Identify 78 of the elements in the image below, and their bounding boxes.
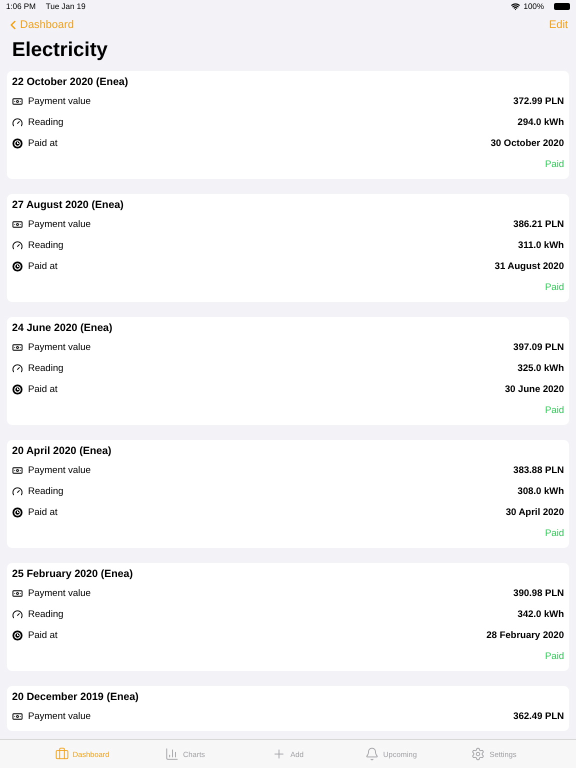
gauge-icon — [12, 609, 23, 620]
row-value: 294.0 kWh — [518, 117, 564, 128]
row-value: 30 April 2020 — [506, 507, 564, 518]
row-value: 30 June 2020 — [504, 384, 564, 395]
banknote-icon — [12, 588, 23, 599]
banknote-icon — [12, 465, 23, 476]
row-label: Reading — [28, 117, 64, 128]
card-title: 27 August 2020 (Enea) — [12, 198, 125, 212]
row-label: Payment value — [28, 588, 92, 599]
banknote-icon — [12, 219, 23, 230]
row-label: Payment value — [28, 96, 92, 107]
row-label: Paid at — [28, 138, 59, 149]
plus-icon — [272, 747, 286, 761]
row-label: Payment value — [28, 711, 92, 722]
card-title: 22 October 2020 (Enea) — [12, 75, 130, 89]
row-value: 390.98 PLN — [513, 588, 564, 599]
clock-icon — [12, 507, 23, 518]
status-time: 1:06 PM — [6, 2, 36, 10]
row-label: Reading — [28, 240, 64, 251]
battery-percent: 100% — [524, 2, 544, 10]
row-value: 372.99 PLN — [513, 96, 564, 107]
row-value: 397.09 PLN — [513, 342, 564, 353]
payment-card[interactable]: 25 February 2020 (Enea) Payment value 390.98 PLN Reading 342.0 kWh Paid at 28 February 2020 Paid — [7, 563, 569, 671]
back-button[interactable]: Dashboard — [6, 18, 74, 32]
banknote-icon — [12, 342, 23, 353]
clock-icon — [12, 261, 23, 272]
payment-card[interactable]: 22 October 2020 (Enea) Payment value 372.99 PLN Reading 294.0 kWh Paid at 30 October 2020 Paid — [7, 71, 569, 179]
row-label: Paid at — [28, 630, 59, 641]
edit-button[interactable]: Edit — [549, 19, 568, 31]
clock-icon — [12, 384, 23, 395]
row-label: Payment value — [28, 342, 92, 353]
row-value: 30 October 2020 — [490, 138, 564, 149]
bell-icon — [365, 747, 380, 761]
clock-icon — [12, 630, 23, 641]
payment-status: Paid — [544, 281, 564, 295]
row-label: Payment value — [28, 219, 92, 230]
row-value: 383.88 PLN — [513, 465, 564, 476]
card-title: 20 April 2020 (Enea) — [12, 444, 112, 458]
row-value: 325.0 kWh — [518, 363, 564, 374]
settings-icon — [471, 747, 486, 761]
row-value: 31 August 2020 — [494, 261, 564, 272]
payment-card[interactable]: 20 December 2019 (Enea) Payment value 362.49 PLN — [7, 686, 569, 731]
row-label: Reading — [28, 363, 64, 374]
page-title: Electricity — [12, 38, 109, 62]
card-title: 20 December 2019 (Enea) — [12, 690, 140, 704]
row-value: 342.0 kWh — [518, 609, 564, 620]
row-value: 308.0 kWh — [518, 486, 564, 497]
row-label: Paid at — [28, 261, 59, 272]
payment-card[interactable]: 24 June 2020 (Enea) Payment value 397.09 PLN Reading 325.0 kWh Paid at 30 June 2020 Paid — [7, 317, 569, 425]
status-date: Tue Jan 19 — [46, 2, 86, 10]
card-title: 25 February 2020 (Enea) — [12, 567, 134, 581]
payment-card[interactable]: 27 August 2020 (Enea) Payment value 386.21 PLN Reading 311.0 kWh Paid at 31 August 2020 Paid — [7, 194, 569, 302]
gauge-icon — [12, 486, 23, 497]
row-value: 386.21 PLN — [513, 219, 564, 230]
card-title: 24 June 2020 (Enea) — [12, 321, 114, 335]
wifi-icon — [510, 2, 520, 10]
briefcase-icon — [54, 747, 69, 761]
row-label: Paid at — [28, 507, 59, 518]
payment-status: Paid — [544, 527, 564, 541]
payment-card[interactable]: 20 April 2020 (Enea) Payment value 383.88 PLN Reading 308.0 kWh Paid at 30 April 2020 Paid — [7, 440, 569, 548]
payment-status: Paid — [544, 404, 564, 418]
row-value: 28 February 2020 — [486, 630, 564, 641]
row-label: Paid at — [28, 384, 59, 395]
banknote-icon — [12, 711, 23, 722]
banknote-icon — [12, 96, 23, 107]
row-label: Reading — [28, 486, 64, 497]
gauge-icon — [12, 363, 23, 374]
bar-chart-icon — [164, 747, 179, 761]
payment-status: Paid — [544, 158, 564, 172]
row-label: Reading — [28, 609, 64, 620]
clock-icon — [12, 138, 23, 149]
gauge-icon — [12, 117, 23, 128]
payment-status: Paid — [544, 650, 564, 664]
row-value: 311.0 kWh — [518, 240, 564, 251]
row-label: Payment value — [28, 465, 92, 476]
gauge-icon — [12, 240, 23, 251]
battery-icon — [554, 2, 570, 10]
row-value: 362.49 PLN — [513, 711, 564, 722]
